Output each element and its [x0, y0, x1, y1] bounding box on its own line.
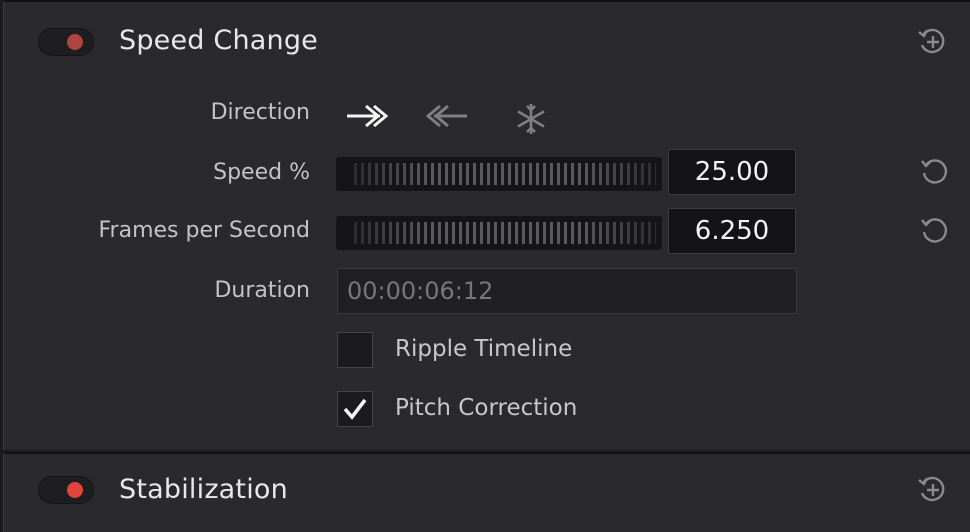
duration-label: Duration — [214, 278, 310, 303]
speed-label: Speed % — [213, 160, 310, 185]
speed-slider[interactable] — [336, 157, 662, 191]
ripple-timeline-label: Ripple Timeline — [395, 336, 573, 362]
stabilization-title: Stabilization — [119, 474, 288, 505]
duration-field: 00:00:06:12 — [337, 268, 797, 314]
add-keyframe-icon[interactable] — [917, 474, 947, 504]
toggle-indicator — [67, 482, 83, 498]
pitch-correction-label: Pitch Correction — [395, 395, 578, 421]
fps-reset-icon[interactable] — [919, 215, 949, 245]
speed-change-section: Speed Change Direction Speed % 25.00 Fra… — [3, 0, 970, 450]
direction-label: Direction — [210, 100, 310, 125]
stabilization-enable-toggle[interactable] — [38, 476, 94, 504]
speed-reset-icon[interactable] — [919, 156, 949, 186]
ripple-timeline-checkbox[interactable] — [337, 332, 373, 368]
slider-ticks — [354, 163, 656, 185]
fps-slider[interactable] — [336, 216, 662, 250]
speed-change-enable-toggle[interactable] — [38, 28, 94, 56]
stabilization-section: Stabilization — [3, 452, 970, 532]
add-keyframe-icon[interactable] — [917, 26, 947, 56]
forward-icon[interactable] — [344, 102, 388, 130]
pitch-correction-checkbox[interactable] — [337, 391, 373, 427]
speed-value-input[interactable]: 25.00 — [668, 149, 796, 195]
fps-label: Frames per Second — [98, 218, 310, 243]
freeze-icon[interactable] — [514, 102, 548, 136]
fps-value-input[interactable]: 6.250 — [668, 208, 796, 254]
toggle-indicator — [67, 34, 83, 50]
slider-ticks — [354, 222, 656, 244]
reverse-icon[interactable] — [426, 102, 470, 130]
checkmark-icon — [343, 398, 367, 420]
speed-change-title: Speed Change — [119, 25, 318, 56]
